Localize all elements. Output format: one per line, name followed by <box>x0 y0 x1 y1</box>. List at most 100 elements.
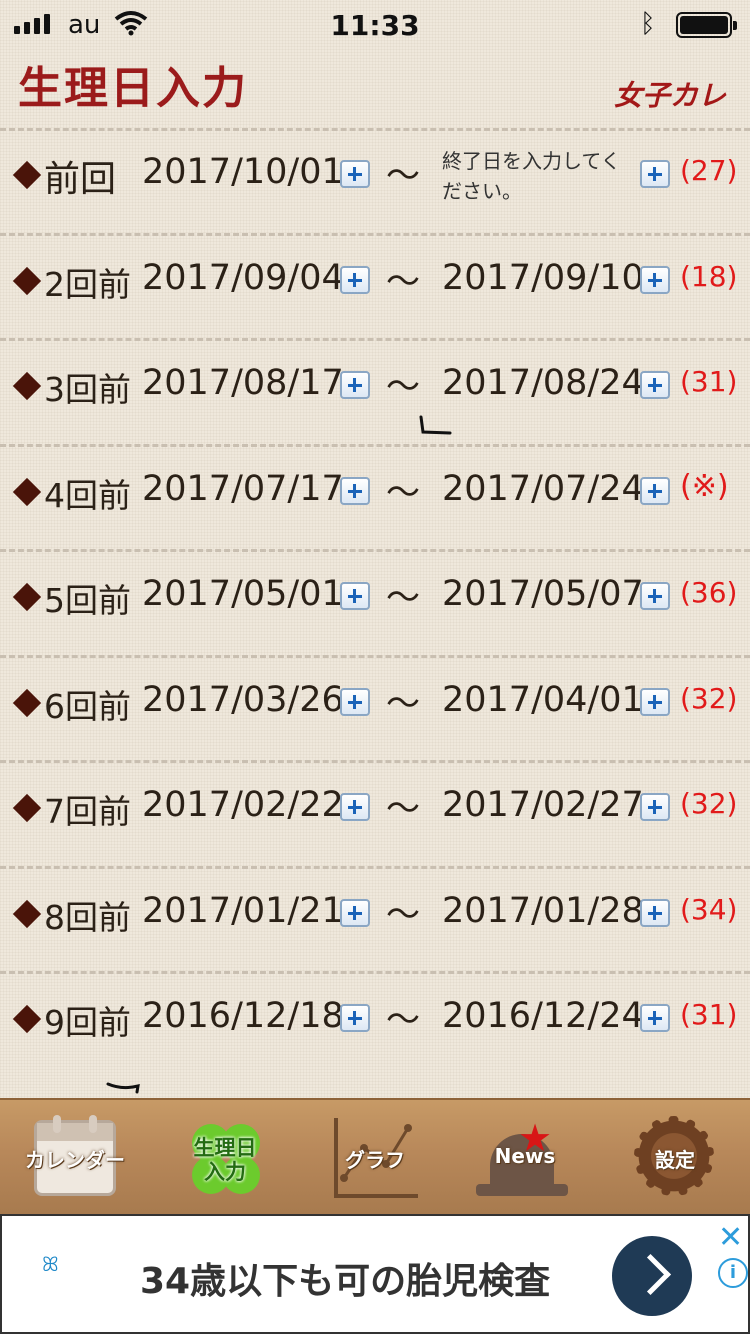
tab-label: カレンダー <box>25 1148 125 1172</box>
diamond-icon <box>12 160 42 190</box>
period-row: 7回前 2017/02/22 〜 2017/02/27 (32) <box>0 763 750 869</box>
end-date[interactable]: 2017/02/27 <box>442 785 644 825</box>
range-separator: 〜 <box>386 789 420 829</box>
period-row: 3回前 2017/08/17 〜 2017/08/24 (31) <box>0 341 750 447</box>
page-title: 生理日入力 <box>18 63 248 114</box>
diamond-icon <box>12 1004 42 1034</box>
hand-drawn-mark <box>419 415 452 435</box>
end-date[interactable]: 2017/07/24 <box>442 469 644 509</box>
add-end-button[interactable] <box>640 371 670 399</box>
ad-logo-icon: ꕤ <box>42 1252 59 1276</box>
period-row: 前回 2017/10/01 〜 終了日を入力してください。 (27) <box>0 130 750 236</box>
end-date[interactable]: 2017/01/28 <box>442 891 644 931</box>
ad-info-icon[interactable]: i <box>718 1258 748 1288</box>
tab-period-input[interactable]: 生理日 入力 <box>150 1100 300 1216</box>
ad-go-button[interactable] <box>612 1236 692 1316</box>
start-date[interactable]: 2017/02/22 <box>142 785 344 825</box>
period-label: 4回前 <box>44 475 131 515</box>
start-date[interactable]: 2017/05/01 <box>142 574 344 614</box>
add-start-button[interactable] <box>340 476 370 505</box>
brand-logo: 女子カレ <box>613 79 726 112</box>
tab-graph[interactable]: グラフ <box>300 1100 450 1216</box>
tab-label: 生理日 入力 <box>193 1136 257 1184</box>
diamond-icon <box>12 688 42 718</box>
end-date-placeholder[interactable]: 終了日を入力してください。 <box>442 146 627 206</box>
start-date[interactable]: 2017/01/21 <box>142 891 344 931</box>
add-start-button[interactable] <box>340 898 370 927</box>
period-row: 2回前 2017/09/04 〜 2017/09/10 (18) <box>0 236 750 341</box>
add-start-button[interactable] <box>340 793 370 821</box>
hand-drawn-mark <box>106 1082 140 1094</box>
add-end-button[interactable] <box>640 265 670 294</box>
ad-headline[interactable]: 34歳以下も可の胎児検査 <box>140 1252 550 1304</box>
period-row: 9回前 2016/12/18 〜 2016/12/24 (31) <box>0 974 750 1080</box>
period-label: 5回前 <box>44 581 131 620</box>
add-start-button[interactable] <box>340 582 370 610</box>
tab-settings[interactable]: 設定 <box>600 1100 750 1216</box>
range-separator: 〜 <box>386 1000 420 1040</box>
add-end-button[interactable] <box>640 898 670 927</box>
cycle-days: (27) <box>680 154 738 187</box>
tab-calendar[interactable]: カレンダー <box>0 1100 150 1216</box>
add-end-button[interactable] <box>640 687 670 716</box>
ad-close-icon[interactable]: ✕ <box>718 1220 743 1255</box>
add-end-button[interactable] <box>640 160 670 188</box>
range-separator: 〜 <box>386 472 420 513</box>
cycle-days: (31) <box>680 998 738 1031</box>
tab-label: 設定 <box>655 1148 695 1172</box>
period-label: 6回前 <box>44 686 131 726</box>
add-start-button[interactable] <box>340 160 370 188</box>
range-separator: 〜 <box>386 578 420 618</box>
period-row: 5回前 2017/05/01 〜 2017/05/07 (36) <box>0 552 750 658</box>
range-separator: 〜 <box>386 156 420 196</box>
add-end-button[interactable] <box>640 582 670 610</box>
period-list: 前回 2017/10/01 〜 終了日を入力してください。 (27) 2回前 2… <box>0 130 750 1080</box>
cycle-days: (32) <box>680 787 738 820</box>
period-label: 前回 <box>44 159 117 200</box>
end-date[interactable]: 2017/04/01 <box>442 680 644 720</box>
status-bar: au 11:33 ᛒ <box>0 0 750 50</box>
cycle-days: (※) <box>680 468 729 504</box>
tab-label: News <box>494 1144 556 1168</box>
start-date[interactable]: 2017/09/04 <box>142 258 344 298</box>
start-date[interactable]: 2017/08/17 <box>142 363 344 403</box>
add-end-button[interactable] <box>640 476 670 505</box>
end-date[interactable]: 2017/08/24 <box>442 363 644 403</box>
diamond-icon <box>12 477 42 507</box>
tab-label: グラフ <box>345 1148 405 1172</box>
tab-bar: カレンダー 生理日 入力 グラフ ★ News 設定 <box>0 1098 750 1216</box>
add-start-button[interactable] <box>340 1004 370 1032</box>
add-start-button[interactable] <box>340 265 370 294</box>
range-separator: 〜 <box>386 261 420 302</box>
range-separator: 〜 <box>386 367 420 407</box>
add-end-button[interactable] <box>640 793 670 821</box>
diamond-icon <box>12 582 42 612</box>
period-label: 8回前 <box>44 897 131 937</box>
end-date[interactable]: 2017/09/10 <box>442 258 644 298</box>
tab-news[interactable]: ★ News <box>450 1100 600 1216</box>
start-date[interactable]: 2017/03/26 <box>142 680 344 720</box>
cycle-days: (34) <box>680 892 738 926</box>
add-start-button[interactable] <box>340 371 370 399</box>
add-start-button[interactable] <box>340 687 370 716</box>
diamond-icon <box>12 899 42 929</box>
diamond-icon <box>12 371 42 401</box>
range-separator: 〜 <box>386 683 420 724</box>
cycle-days: (32) <box>680 681 738 715</box>
start-date[interactable]: 2016/12/18 <box>142 996 344 1036</box>
end-date[interactable]: 2017/05/07 <box>442 574 644 614</box>
period-label: 2回前 <box>44 264 131 304</box>
start-date[interactable]: 2017/10/01 <box>142 152 344 192</box>
cycle-days: (18) <box>680 259 738 293</box>
period-row: 8回前 2017/01/21 〜 2017/01/28 (34) <box>0 869 750 974</box>
cycle-days: (31) <box>680 365 738 398</box>
start-date[interactable]: 2017/07/17 <box>142 469 344 509</box>
end-date[interactable]: 2016/12/24 <box>442 996 644 1036</box>
period-label: 7回前 <box>44 792 131 831</box>
ad-banner[interactable]: ꕤ 34歳以下も可の胎児検査 ✕ i <box>0 1214 750 1334</box>
period-label: 3回前 <box>44 370 131 409</box>
add-end-button[interactable] <box>640 1004 670 1032</box>
clock: 11:33 <box>330 9 420 42</box>
diamond-icon <box>12 793 42 823</box>
period-row: 4回前 2017/07/17 〜 2017/07/24 (※) <box>0 447 750 552</box>
